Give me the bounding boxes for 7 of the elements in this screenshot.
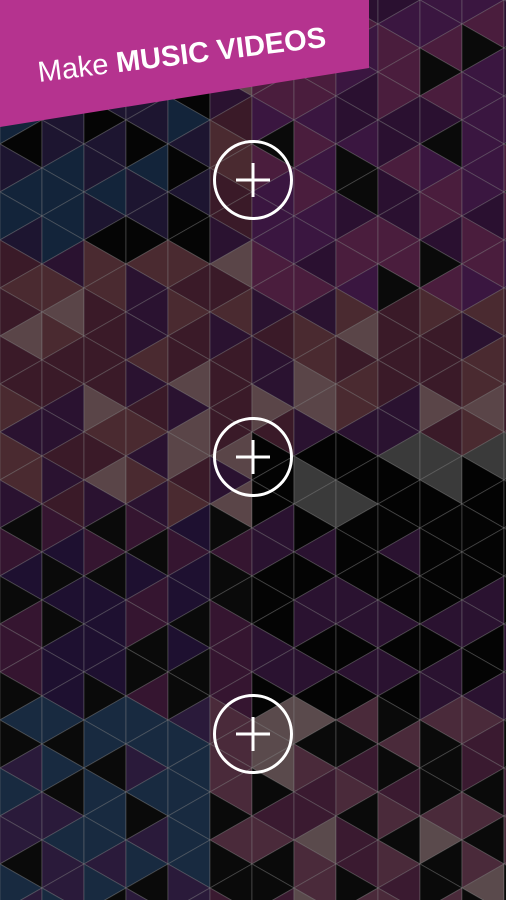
add-button[interactable] xyxy=(213,417,293,497)
add-button[interactable] xyxy=(213,694,293,774)
plus-icon xyxy=(234,715,272,753)
plus-icon xyxy=(234,161,272,199)
plus-icon xyxy=(234,438,272,476)
banner-title: Make MUSIC VIDEOS xyxy=(36,22,328,89)
add-button[interactable] xyxy=(213,140,293,220)
